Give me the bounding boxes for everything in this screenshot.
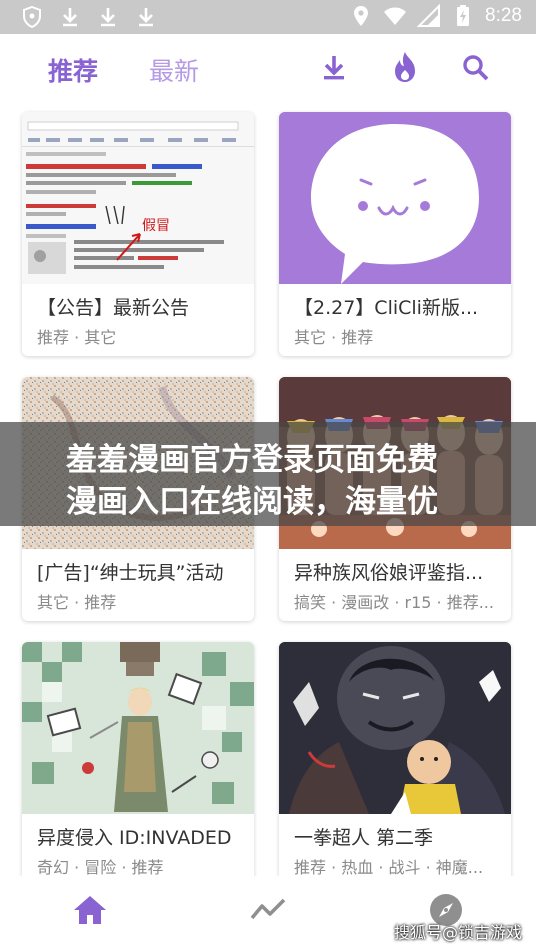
comic-card-clicli-update[interactable]: 【2.27】CliCli新版... 其它 · 推荐 (279, 112, 511, 356)
card-thumbnail: 假冒 (22, 112, 254, 284)
trending-icon[interactable] (248, 890, 288, 930)
watermark-text: 搜狐号@锁吉游戏 (393, 923, 522, 942)
download-icon[interactable] (318, 52, 350, 84)
clicli-mascot-image (279, 112, 511, 284)
banner-line-1: 羞羞漫画官方登录页面免费 (66, 442, 438, 478)
download-icon (63, 8, 77, 27)
status-bar: 8:28 (0, 0, 536, 34)
one-punch-man-poster-image (279, 642, 511, 814)
download-icon (139, 8, 153, 27)
card-thumbnail (279, 112, 511, 284)
signal-icon (417, 4, 441, 27)
shield-icon (23, 5, 41, 29)
card-tags: 搞笑 · 漫画改 · r15 · 推荐... (294, 593, 494, 612)
card-thumbnail (279, 642, 511, 814)
comic-card-one-punch-man[interactable]: 一拳超人 第二季 推荐 · 热血 · 战斗 · 神魔... (279, 642, 511, 882)
comic-card-id-invaded[interactable]: 异度侵入 ID:INVADED 奇幻 · 冒险 · 推荐 (22, 642, 254, 882)
thumb-label: 假冒 (142, 218, 170, 234)
card-tags: 推荐 · 其它 (37, 328, 117, 347)
tab-latest[interactable]: 最新 (149, 52, 199, 88)
card-title: [广告]“绅士玩具”活动 (37, 562, 224, 584)
status-time: 8:28 (485, 5, 522, 26)
headline-banner: 羞羞漫画官方登录页面免费 漫画入口在线阅读，海量优 (0, 422, 536, 526)
card-title: 异度侵入 ID:INVADED (37, 827, 232, 849)
comic-card-announcement[interactable]: 假冒 【公告】最新公告 推荐 · 其它 (22, 112, 254, 356)
card-tags: 推荐 · 热血 · 战斗 · 神魔... (294, 858, 484, 877)
fire-icon[interactable] (388, 49, 422, 85)
banner-line-2: 漫画入口在线阅读，海量优 (66, 484, 438, 520)
id-invaded-poster-image (22, 642, 254, 814)
search-icon[interactable] (460, 52, 492, 84)
card-title: 异种族风俗娘评鉴指... (294, 562, 484, 584)
card-title: 【公告】最新公告 (37, 297, 190, 319)
card-title: 一拳超人 第二季 (294, 827, 434, 849)
screenshot-thumbnail-image: 假冒 (22, 112, 254, 284)
card-thumbnail (22, 642, 254, 814)
location-icon (354, 6, 369, 26)
app-bar: 推荐 最新 (0, 34, 536, 106)
card-tags: 其它 · 推荐 (294, 328, 374, 347)
wifi-icon (384, 7, 407, 25)
battery-icon (457, 5, 470, 26)
download-icon (101, 8, 115, 27)
tab-recommended[interactable]: 推荐 (48, 52, 98, 88)
home-icon[interactable] (70, 890, 110, 930)
card-title: 【2.27】CliCli新版... (294, 297, 479, 319)
card-tags: 奇幻 · 冒险 · 推荐 (37, 858, 164, 877)
card-tags: 其它 · 推荐 (37, 593, 117, 612)
